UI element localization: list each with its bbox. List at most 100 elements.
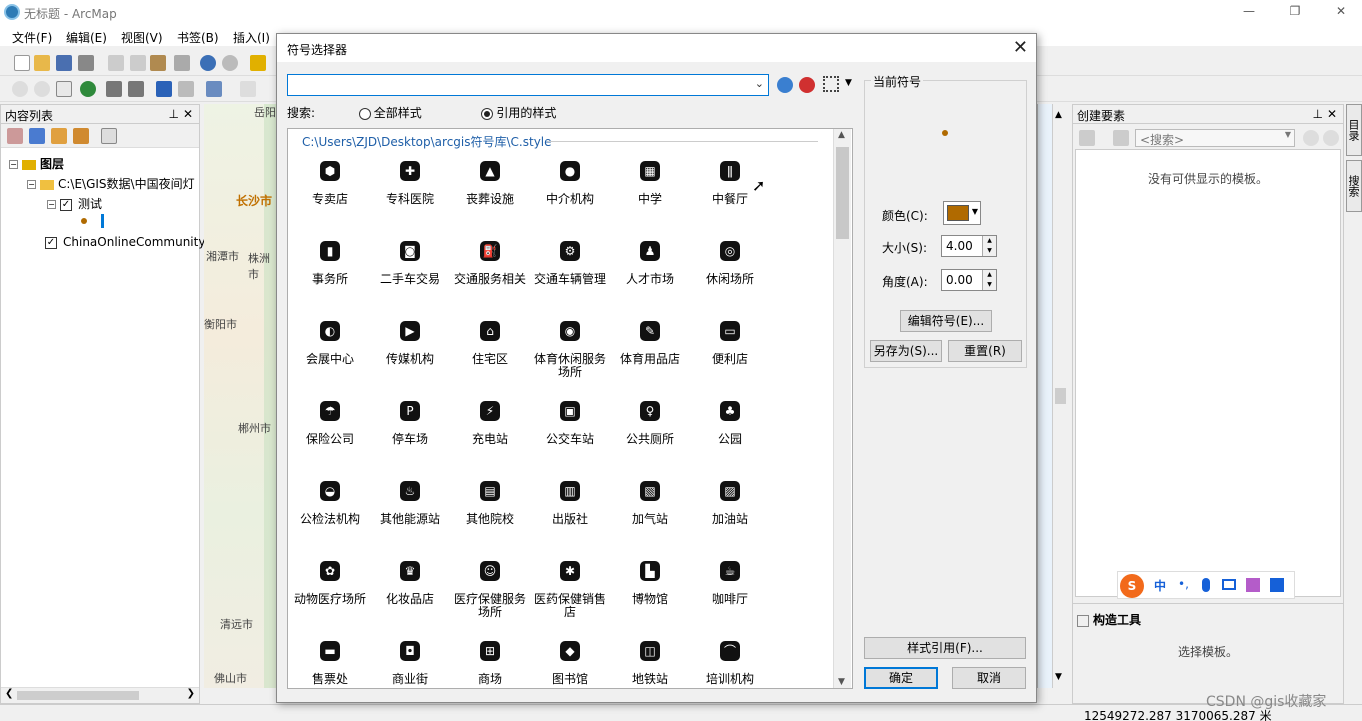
symbol-cell[interactable]: ▧ 加气站 [610, 473, 690, 553]
pan-icon[interactable] [56, 81, 72, 97]
view-mode-icon[interactable] [823, 76, 839, 92]
menu-bookmarks[interactable]: 书签(B) [177, 29, 219, 46]
spinner-arrows-icon[interactable]: ▲ ▼ [982, 236, 996, 256]
list-by-source-icon[interactable] [29, 128, 45, 144]
chevron-down-icon[interactable]: ⌄ [755, 77, 764, 90]
copy-icon[interactable] [130, 55, 146, 71]
toc-close-icon[interactable]: ✕ [183, 107, 193, 121]
cut-icon[interactable] [108, 55, 124, 71]
options-icon[interactable] [101, 128, 117, 144]
list-by-selection-icon[interactable] [73, 128, 89, 144]
list-by-drawing-order-icon[interactable] [7, 128, 23, 144]
scroll-thumb[interactable] [836, 147, 849, 239]
zoom-out-icon[interactable] [34, 81, 50, 97]
reset-button[interactable]: 重置(R) [948, 340, 1022, 362]
menu-edit[interactable]: 编辑(E) [66, 29, 107, 46]
tree-layer-test[interactable]: − ✓ 测试 [47, 195, 102, 212]
symbol-cell[interactable]: ◙ 二手车交易 [370, 233, 450, 313]
undo-icon[interactable] [200, 55, 216, 71]
symbol-cell[interactable]: ♛ 化妆品店 [370, 553, 450, 633]
save-as-button[interactable]: 另存为(S)... [870, 340, 942, 362]
clear-selection-icon[interactable] [240, 81, 256, 97]
symbol-cell[interactable]: ✱ 医药保健销售店 [530, 553, 610, 633]
menu-view[interactable]: 视图(V) [121, 29, 163, 46]
ime-punct-icon[interactable]: •, [1178, 577, 1189, 591]
angle-value[interactable]: 0.00 [946, 273, 973, 287]
size-spinner[interactable]: 4.00 ▲ ▼ [941, 235, 997, 257]
open-folder-icon[interactable] [34, 55, 50, 71]
symbol-cell[interactable]: ◫ 地铁站 [610, 633, 690, 688]
back-extent-icon[interactable] [156, 81, 172, 97]
scroll-thumb[interactable] [1055, 388, 1066, 404]
symbol-cell[interactable]: ✿ 动物医疗场所 [290, 553, 370, 633]
symbol-cell[interactable]: ◐ 会展中心 [290, 313, 370, 393]
symbol-cell[interactable]: ◎ 休闲场所 [690, 233, 770, 313]
scroll-right-icon[interactable]: ❯ [187, 688, 195, 699]
angle-spinner[interactable]: 0.00 ▲ ▼ [941, 269, 997, 291]
ime-mode-icon[interactable]: 中 [1154, 577, 1166, 594]
ok-button[interactable]: 确定 [864, 667, 938, 689]
clear-search-icon[interactable] [1323, 130, 1339, 146]
symbol-cell[interactable]: ☂ 保险公司 [290, 393, 370, 473]
scroll-thumb[interactable] [17, 691, 139, 700]
menu-insert[interactable]: 插入(I) [233, 29, 270, 46]
symbol-search-combo[interactable]: ⌄ [287, 74, 769, 96]
collapse-icon[interactable]: − [9, 160, 18, 169]
list-by-visibility-icon[interactable] [51, 128, 67, 144]
radio-referenced-styles[interactable] [481, 107, 494, 120]
ime-mic-icon[interactable] [1202, 578, 1210, 592]
symbol-cell[interactable]: ♨ 其他能源站 [370, 473, 450, 553]
color-picker-button[interactable]: ▼ [943, 201, 981, 225]
symbol-cell[interactable]: ⚙ 交通车辆管理 [530, 233, 610, 313]
symbol-cell[interactable]: ⛽ 交通服务相关 [450, 233, 530, 313]
search-icon[interactable] [777, 77, 793, 93]
dialog-close-button[interactable]: ✕ [1013, 37, 1028, 58]
redo-icon[interactable] [222, 55, 238, 71]
symbol-cell[interactable]: ♣ 公园 [690, 393, 770, 473]
scroll-up-icon[interactable]: ▲ [1055, 110, 1062, 120]
clear-search-icon[interactable] [799, 77, 815, 93]
fixed-zoom-in-icon[interactable] [106, 81, 122, 97]
symbol-cell[interactable]: ⊞ 商场 [450, 633, 530, 688]
symbol-cell[interactable]: ◘ 商业街 [370, 633, 450, 688]
symbol-cell[interactable]: ☕ 咖啡厅 [690, 553, 770, 633]
zoom-in-icon[interactable] [12, 81, 28, 97]
new-document-icon[interactable] [14, 55, 30, 71]
scroll-up-icon[interactable]: ▲ [838, 130, 845, 140]
minimize-button[interactable]: — [1226, 0, 1272, 24]
symbol-cell[interactable]: ▦ 中学 [610, 153, 690, 233]
fixed-zoom-out-icon[interactable] [128, 81, 144, 97]
symbol-cell[interactable]: ✚ 专科医院 [370, 153, 450, 233]
symbol-cell[interactable]: ✎ 体育用品店 [610, 313, 690, 393]
tab-search[interactable]: 搜索 [1346, 160, 1362, 212]
collapse-icon[interactable]: − [27, 180, 36, 189]
save-icon[interactable] [56, 55, 72, 71]
scroll-down-icon[interactable]: ▼ [1055, 672, 1062, 682]
radio-all-styles[interactable] [358, 107, 371, 120]
gallery-scrollbar[interactable]: ▲ ▼ [833, 129, 851, 688]
tab-catalog[interactable]: 目录 [1346, 104, 1362, 156]
tree-layers-root[interactable]: − 图层 [9, 155, 64, 172]
symbol-cell[interactable]: ▣ 公交车站 [530, 393, 610, 473]
symbol-cell[interactable]: ◒ 公检法机构 [290, 473, 370, 553]
symbol-cell[interactable]: ▭ 便利店 [690, 313, 770, 393]
ime-skin-icon[interactable] [1246, 578, 1260, 592]
print-icon[interactable] [78, 55, 94, 71]
paste-icon[interactable] [150, 55, 166, 71]
layer-visibility-checkbox[interactable]: ✓ [60, 198, 72, 211]
style-references-button[interactable]: 样式引用(F)... [864, 637, 1026, 659]
organize-templates-icon[interactable] [1079, 130, 1095, 146]
symbol-cell[interactable]: ▶ 传媒机构 [370, 313, 450, 393]
layer-visibility-checkbox[interactable]: ✓ [45, 236, 57, 249]
scroll-left-icon[interactable]: ❮ [5, 688, 13, 699]
spinner-arrows-icon[interactable]: ▲ ▼ [982, 270, 996, 290]
close-window-button[interactable]: ✕ [1318, 0, 1362, 24]
symbol-cell[interactable]: ⬢ 专卖店 [290, 153, 370, 233]
symbol-cell[interactable]: ▙ 博物馆 [610, 553, 690, 633]
size-value[interactable]: 4.00 [946, 239, 973, 253]
symbol-cell[interactable]: ♀ 公共厕所 [610, 393, 690, 473]
symbol-cell[interactable]: ⌒ 培训机构 [690, 633, 770, 688]
symbol-cell[interactable]: ▨ 加油站 [690, 473, 770, 553]
template-search-input[interactable]: <搜索> ▼ [1135, 129, 1295, 147]
add-data-icon[interactable] [250, 55, 266, 71]
